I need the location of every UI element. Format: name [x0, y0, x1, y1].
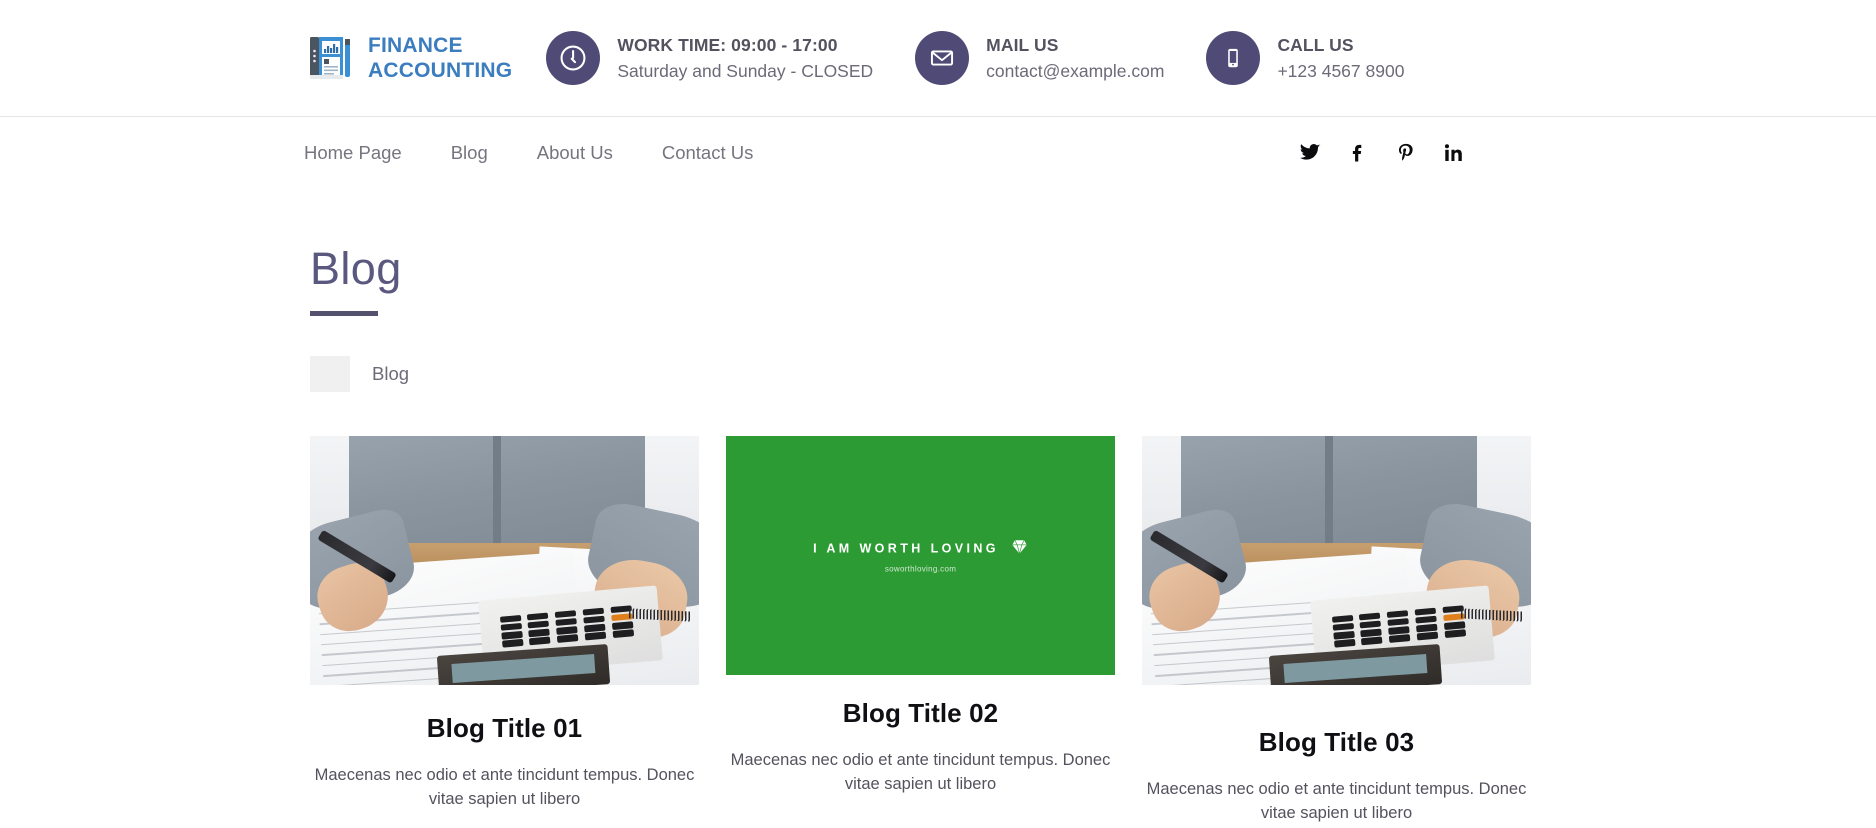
blog-card[interactable]: Blog Title 03 Maecenas nec odio et ante … — [1142, 436, 1531, 826]
blog-card-grid: Blog Title 01 Maecenas nec odio et ante … — [0, 436, 1876, 826]
banner-text: I AM WORTH LOVING — [813, 541, 999, 556]
nav-item-about-us[interactable]: About Us — [537, 142, 613, 164]
mail-us-address[interactable]: contact@example.com — [986, 60, 1164, 82]
linkedin-icon[interactable] — [1443, 142, 1465, 164]
banner-url: soworthloving.com — [884, 564, 957, 573]
mail-us-info[interactable]: MAIL US contact@example.com — [915, 31, 1164, 85]
work-time-subtitle: Saturday and Sunday - CLOSED — [617, 60, 874, 81]
blog-card[interactable]: Blog Title 01 Maecenas nec odio et ante … — [310, 436, 699, 812]
diamond-heart-icon — [1011, 538, 1028, 559]
breadcrumb-item-blog[interactable]: Blog — [372, 363, 409, 385]
mail-us-title: MAIL US — [986, 35, 1059, 56]
facebook-icon[interactable] — [1347, 142, 1369, 164]
page-title: Blog — [310, 243, 402, 294]
blog-card-excerpt: Maecenas nec odio et ante tincidunt temp… — [1146, 780, 1527, 822]
blog-card-title[interactable]: Blog Title 02 — [726, 698, 1115, 729]
i-am-worth-loving-banner[interactable]: I AM WORTH LOVING soworthloving.com — [726, 436, 1115, 675]
title-underline-rule — [310, 311, 378, 316]
blog-card-excerpt: Maecenas nec odio et ante tincidunt temp… — [314, 766, 695, 808]
call-us-info[interactable]: CALL US +123 4567 8900 — [1206, 31, 1404, 85]
blog-card-title[interactable]: Blog Title 01 — [310, 713, 699, 744]
logo-line-1: FINANCE — [368, 34, 463, 57]
top-contact-bar: FINANCE ACCOUNTING WORK TIME: 09:00 - 17… — [0, 0, 1876, 117]
nav-links: Home Page Blog About Us Contact Us — [304, 142, 753, 164]
clock-icon — [546, 31, 601, 85]
blog-card-excerpt: Maecenas nec odio et ante tincidunt temp… — [730, 751, 1111, 793]
call-us-number[interactable]: +123 4567 8900 — [1277, 60, 1404, 82]
breadcrumb-placeholder-icon — [310, 356, 350, 392]
breadcrumb: Blog — [0, 356, 1876, 392]
work-time-info: WORK TIME: 09:00 - 17:00 Saturday and Su… — [546, 31, 873, 85]
blog-card[interactable]: I AM WORTH LOVING soworthloving.com Blog… — [726, 436, 1115, 797]
page-header: Blog — [0, 246, 1876, 316]
logo-text: FINANCE ACCOUNTING — [368, 33, 512, 83]
envelope-icon — [915, 31, 970, 85]
twitter-icon[interactable] — [1299, 142, 1321, 164]
nav-item-home-page[interactable]: Home Page — [304, 142, 402, 164]
logo-line-2: ACCOUNTING — [368, 59, 513, 82]
work-time-title: WORK TIME: 09:00 - 17:00 — [617, 35, 838, 56]
nav-item-contact-us[interactable]: Contact Us — [662, 142, 754, 164]
social-links — [1299, 142, 1465, 164]
nav-item-blog[interactable]: Blog — [451, 142, 488, 164]
accountant-with-calculator-photo[interactable] — [1142, 436, 1531, 685]
pinterest-icon[interactable] — [1395, 142, 1417, 164]
main-navigation: Home Page Blog About Us Contact Us — [0, 117, 1876, 189]
blog-card-title[interactable]: Blog Title 03 — [1142, 727, 1531, 758]
call-us-title: CALL US — [1277, 35, 1354, 56]
finance-report-icon — [304, 31, 358, 85]
mobile-phone-icon — [1206, 31, 1261, 85]
accountant-with-calculator-photo[interactable] — [310, 436, 699, 685]
site-logo[interactable]: FINANCE ACCOUNTING — [304, 31, 512, 85]
